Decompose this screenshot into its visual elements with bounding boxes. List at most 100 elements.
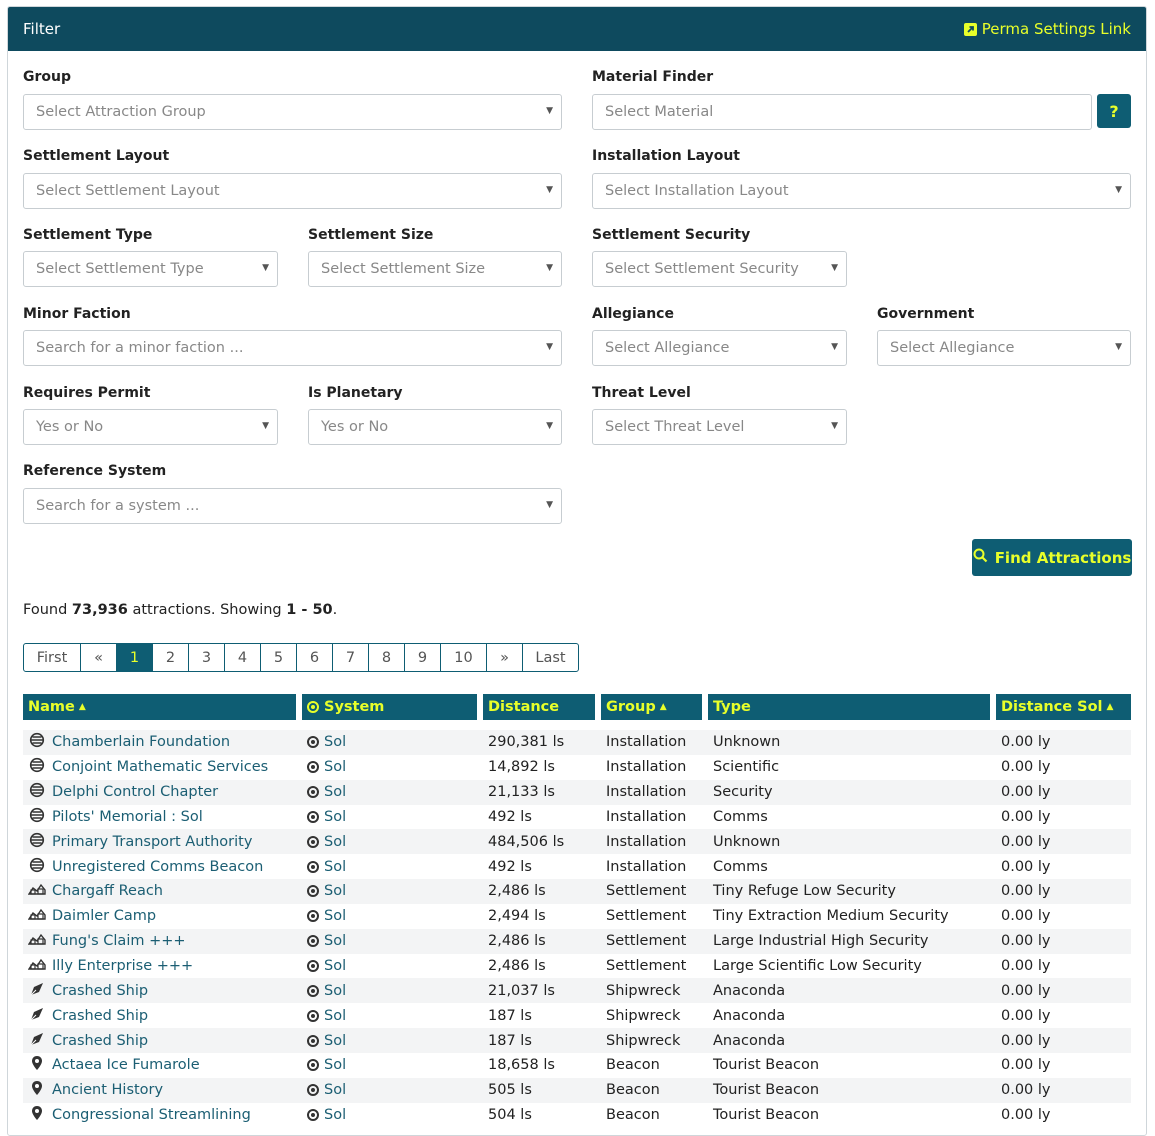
cell-distance-sol: 0.00 ly (1001, 1007, 1051, 1024)
column-header-name[interactable]: Name ▲ (23, 694, 302, 720)
column-header-group[interactable]: Group ▲ (601, 694, 708, 720)
attraction-name-link[interactable]: Daimler Camp (52, 908, 156, 924)
cell-system: Sol (302, 954, 483, 979)
settlement-layout-select[interactable]: Select Settlement Layout ▼ (23, 173, 562, 209)
cell-distance-sol: 0.00 ly (1001, 808, 1051, 825)
page-link[interactable]: « (81, 644, 117, 671)
attraction-name-link[interactable]: Conjoint Mathematic Services (52, 759, 268, 775)
settlement-type-select[interactable]: Select Settlement Type ▼ (23, 251, 278, 287)
installation-layout-select[interactable]: Select Installation Layout ▼ (592, 173, 1131, 209)
attraction-name-link[interactable]: Delphi Control Chapter (52, 784, 218, 800)
system-link[interactable]: Sol (324, 883, 346, 899)
page-link[interactable]: 7 (333, 644, 369, 671)
attraction-name-link[interactable]: Crashed Ship (52, 1008, 148, 1024)
cell-system: Sol (302, 1028, 483, 1053)
cell-name: Crashed Ship (23, 1003, 302, 1028)
page-link[interactable]: 5 (261, 644, 297, 671)
system-link[interactable]: Sol (324, 1107, 346, 1123)
table-row: Fung's Claim +++ Sol 2,486 ls Settlement Lar… (23, 928, 1131, 954)
column-header-system[interactable]: System (302, 694, 483, 720)
system-link[interactable]: Sol (324, 809, 346, 825)
attraction-name-link[interactable]: Unregistered Comms Beacon (52, 859, 263, 875)
government-select[interactable]: Select Allegiance ▼ (877, 330, 1131, 366)
cell-name: Unregistered Comms Beacon (23, 854, 302, 879)
page-link[interactable]: 1 (117, 644, 153, 671)
page-link[interactable]: 6 (297, 644, 333, 671)
is-planetary-select[interactable]: Yes or No ▼ (308, 409, 562, 445)
group-select[interactable]: Select Attraction Group ▼ (23, 94, 562, 130)
attraction-name-link[interactable]: Actaea Ice Fumarole (52, 1057, 200, 1073)
system-link[interactable]: Sol (324, 933, 346, 949)
threat-level-select[interactable]: Select Threat Level ▼ (592, 409, 847, 445)
cell-type: Anaconda (713, 1007, 786, 1024)
attraction-name-link[interactable]: Chamberlain Foundation (52, 734, 230, 750)
system-link[interactable]: Sol (324, 1057, 346, 1073)
panel-header: Filter Perma Settings Link (8, 7, 1146, 51)
page-link[interactable]: 8 (369, 644, 405, 671)
cell-group: Shipwreck (606, 1007, 681, 1024)
system-link[interactable]: Sol (324, 734, 346, 750)
requires-permit-select[interactable]: Yes or No ▼ (23, 409, 278, 445)
perma-settings-link[interactable]: Perma Settings Link (963, 20, 1131, 38)
system-link[interactable]: Sol (324, 958, 346, 974)
page-link[interactable]: 3 (189, 644, 225, 671)
column-header-distance-sol[interactable]: Distance Sol ▲ (996, 694, 1131, 720)
system-link[interactable]: Sol (324, 759, 346, 775)
column-header-type[interactable]: Type (708, 694, 996, 720)
target-icon (307, 835, 319, 848)
cell-distance-sol: 0.00 ly (996, 779, 1131, 805)
system-link[interactable]: Sol (324, 1082, 346, 1098)
system-link[interactable]: Sol (324, 1033, 346, 1049)
cell-distance-sol: 0.00 ly (996, 879, 1131, 904)
cell-distance-sol: 0.00 ly (1001, 958, 1051, 975)
page-link[interactable]: Last (523, 644, 578, 671)
allegiance-select[interactable]: Select Allegiance ▼ (592, 330, 847, 366)
system-link[interactable]: Sol (324, 908, 346, 924)
cell-system: Sol (302, 1053, 483, 1078)
attraction-name-link[interactable]: Illy Enterprise +++ (52, 958, 193, 974)
threat-level-placeholder: Select Threat Level (605, 419, 745, 435)
attraction-name-link[interactable]: Crashed Ship (52, 1033, 148, 1049)
system-link[interactable]: Sol (324, 1008, 346, 1024)
minor-faction-select[interactable]: Search for a minor faction ... ▼ (23, 330, 562, 366)
attraction-name-link[interactable]: Ancient History (52, 1082, 163, 1098)
installation-icon (28, 832, 46, 852)
page-link[interactable]: 4 (225, 644, 261, 671)
target-icon (307, 1009, 319, 1022)
page-link[interactable]: » (487, 644, 523, 671)
column-header-distance[interactable]: Distance (483, 694, 601, 720)
settlement-security-select[interactable]: Select Settlement Security ▼ (592, 251, 847, 287)
system-link[interactable]: Sol (324, 983, 346, 999)
search-icon (973, 548, 988, 567)
system-link[interactable]: Sol (324, 784, 346, 800)
material-select[interactable]: Select Material (592, 94, 1092, 130)
chevron-down-icon: ▼ (831, 421, 838, 431)
attraction-name-link[interactable]: Pilots' Memorial : Sol (52, 809, 203, 825)
attraction-name-link[interactable]: Crashed Ship (52, 983, 148, 999)
material-help-button[interactable]: ? (1097, 94, 1131, 128)
installation-icon (28, 807, 46, 827)
chevron-down-icon: ▼ (546, 185, 553, 195)
minor-faction-label: Minor Faction (23, 306, 131, 322)
installation-icon (28, 782, 46, 802)
page-link[interactable]: 10 (441, 644, 487, 671)
attraction-name-link[interactable]: Fung's Claim +++ (52, 933, 186, 949)
cell-type: Large Scientific Low Security (713, 958, 922, 975)
page-link[interactable]: 2 (153, 644, 189, 671)
cell-distance: 504 ls (488, 1107, 532, 1124)
attraction-name-link[interactable]: Congressional Streamlining (52, 1107, 251, 1123)
page-link[interactable]: 9 (405, 644, 441, 671)
system-link[interactable]: Sol (324, 834, 346, 850)
find-attractions-button[interactable]: Find Attractions (972, 539, 1132, 576)
cell-distance: 2,494 ls (488, 908, 546, 925)
cell-system: Sol (302, 805, 483, 830)
system-link[interactable]: Sol (324, 859, 346, 875)
page-link[interactable]: First (24, 644, 81, 671)
cell-type: Tourist Beacon (708, 1077, 996, 1103)
attraction-name-link[interactable]: Primary Transport Authority (52, 834, 252, 850)
cell-distance-sol: 0.00 ly (996, 928, 1131, 954)
reference-system-select[interactable]: Search for a system ... ▼ (23, 488, 562, 524)
settlement-size-select[interactable]: Select Settlement Size ▼ (308, 251, 562, 287)
attraction-name-link[interactable]: Chargaff Reach (52, 883, 163, 899)
cell-distance: 2,486 ls (488, 958, 546, 975)
